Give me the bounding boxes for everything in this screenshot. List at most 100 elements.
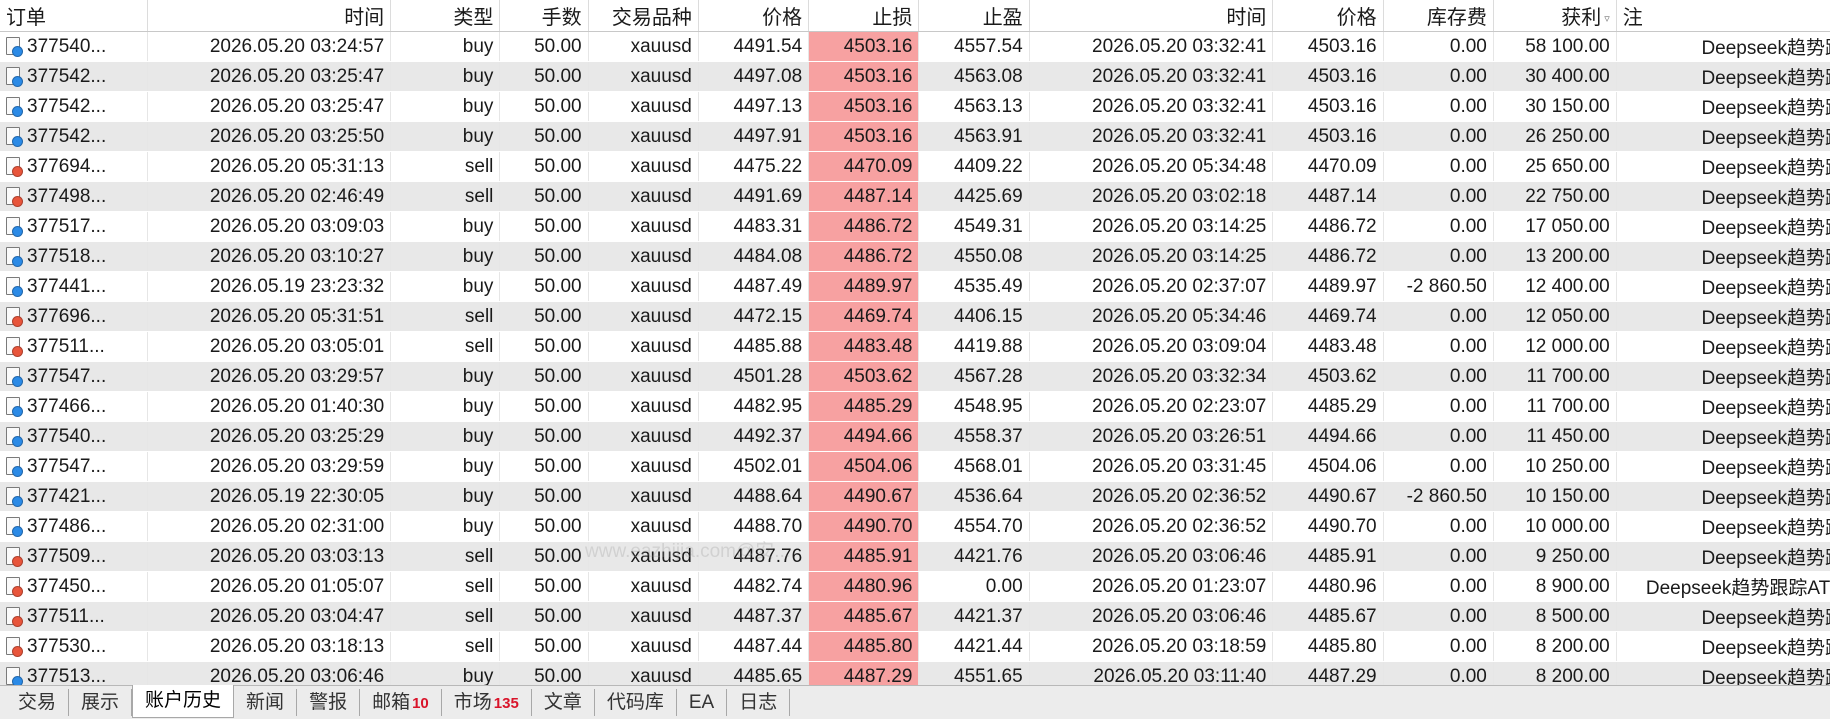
type-cell: buy	[390, 451, 501, 482]
symbol-cell: xauusd	[588, 601, 699, 632]
close-time-cell: 2026.05.20 03:32:34	[1029, 361, 1274, 392]
column-header-open-time[interactable]: 时间	[147, 0, 392, 32]
column-header-takeprofit[interactable]: 止盈	[918, 0, 1030, 32]
column-header-profit[interactable]: 获利 ▿	[1493, 0, 1617, 32]
swap-cell: 0.00	[1383, 301, 1494, 332]
swap-cell: 0.00	[1383, 361, 1494, 392]
close-time-cell: 2026.05.20 03:06:46	[1029, 601, 1274, 632]
takeprofit-cell: 4535.49	[918, 271, 1030, 302]
open-price-cell: 4487.37	[698, 601, 810, 632]
comment-cell: Deepseek趋势跟踪	[1616, 121, 1830, 152]
volume-cell: 50.00	[499, 511, 589, 542]
ticket-number: 377513...	[27, 665, 107, 687]
takeprofit-cell: 4536.64	[918, 481, 1030, 512]
tab-5[interactable]: 邮箱 10	[360, 689, 442, 716]
table-row[interactable]: 377540... 2026.05.20 03:25:29 buy 50.00 xauu…	[0, 421, 1830, 452]
symbol-cell: xauusd	[588, 511, 699, 542]
takeprofit-cell: 4425.69	[918, 181, 1030, 212]
column-header-ticket[interactable]: 订单	[0, 0, 148, 32]
tab-label: 账户历史	[145, 690, 222, 711]
type-cell: buy	[390, 511, 501, 542]
tab-8[interactable]: 代码库	[595, 689, 677, 716]
column-header-swap[interactable]: 库存费	[1383, 0, 1494, 32]
column-header-comment[interactable]: 注	[1616, 0, 1830, 32]
close-time-cell: 2026.05.20 03:32:41	[1029, 121, 1274, 152]
table-row[interactable]: 377511... 2026.05.20 03:05:01 sell 50.00 xau…	[0, 331, 1830, 362]
table-row[interactable]: 377517... 2026.05.20 03:09:03 buy 50.00 xauu…	[0, 211, 1830, 242]
table-row[interactable]: 377441... 2026.05.19 23:23:32 buy 50.00 xauu…	[0, 271, 1830, 302]
table-row[interactable]: 377450... 2026.05.20 01:05:07 sell 50.00 xau…	[0, 571, 1830, 602]
column-header-type[interactable]: 类型	[390, 0, 501, 32]
swap-cell: 0.00	[1383, 91, 1494, 122]
table-row[interactable]: 377547... 2026.05.20 03:29:59 buy 50.00 xauu…	[0, 451, 1830, 482]
volume-cell: 50.00	[499, 541, 589, 572]
sell-order-icon	[6, 547, 23, 568]
buy-order-icon	[6, 127, 23, 148]
column-header-open-price[interactable]: 价格	[698, 0, 810, 32]
volume-cell: 50.00	[499, 271, 589, 302]
ticket-number: 377547...	[27, 455, 107, 477]
symbol-cell: xauusd	[588, 151, 699, 182]
tab-4[interactable]: 警报	[297, 689, 361, 716]
symbol-cell: xauusd	[588, 481, 699, 512]
table-row[interactable]: 377421... 2026.05.19 22:30:05 buy 50.00 xauu…	[0, 481, 1830, 512]
table-row[interactable]: 377486... 2026.05.20 02:31:00 buy 50.00 xauu…	[0, 511, 1830, 542]
close-price-cell: 4485.91	[1272, 541, 1384, 572]
type-cell: buy	[390, 91, 501, 122]
table-row[interactable]: 377547... 2026.05.20 03:29:57 buy 50.00 xauu…	[0, 361, 1830, 392]
stoploss-cell: 4487.14	[808, 181, 920, 212]
column-header-symbol[interactable]: 交易品种	[588, 0, 699, 32]
tab-9[interactable]: EA	[677, 689, 728, 716]
column-header-close-price[interactable]: 价格	[1272, 0, 1384, 32]
comment-cell: Deepseek趋势跟踪	[1616, 181, 1830, 212]
profit-cell: 10 000.00	[1493, 511, 1617, 542]
table-row[interactable]: 377542... 2026.05.20 03:25:47 buy 50.00 xauu…	[0, 91, 1830, 122]
ticket-number: 377530...	[27, 635, 107, 657]
ticket-number: 377441...	[27, 275, 107, 297]
swap-cell: 0.00	[1383, 421, 1494, 452]
table-row[interactable]: 377694... 2026.05.20 05:31:13 sell 50.00 xau…	[0, 151, 1830, 182]
volume-cell: 50.00	[499, 301, 589, 332]
volume-cell: 50.00	[499, 31, 589, 62]
table-row[interactable]: 377696... 2026.05.20 05:31:51 sell 50.00 xau…	[0, 301, 1830, 332]
table-row[interactable]: 377542... 2026.05.20 03:25:47 buy 50.00 xauu…	[0, 61, 1830, 92]
open-price-cell: 4483.31	[698, 211, 810, 242]
table-row[interactable]: 377542... 2026.05.20 03:25:50 buy 50.00 xauu…	[0, 121, 1830, 152]
tab-7[interactable]: 文章	[532, 689, 595, 716]
table-row[interactable]: 377466... 2026.05.20 01:40:30 buy 50.00 xauu…	[0, 391, 1830, 422]
volume-cell: 50.00	[499, 181, 589, 212]
tab-10[interactable]: 日志	[727, 689, 791, 716]
table-row[interactable]: 377498... 2026.05.20 02:46:49 sell 50.00 xau…	[0, 181, 1830, 212]
tab-6[interactable]: 市场 135	[442, 689, 532, 716]
open-price-cell: 4487.49	[698, 271, 810, 302]
table-row[interactable]: 377540... 2026.05.20 03:24:57 buy 50.00 xauu…	[0, 31, 1830, 62]
table-row[interactable]: 377511... 2026.05.20 03:04:47 sell 50.00 xau…	[0, 601, 1830, 632]
column-header-volume[interactable]: 手数	[499, 0, 589, 32]
table-row[interactable]: 377530... 2026.05.20 03:18:13 sell 50.00 xau…	[0, 631, 1830, 662]
buy-order-icon	[6, 67, 23, 88]
profit-cell: 11 700.00	[1493, 361, 1617, 392]
column-header-stoploss[interactable]: 止损	[808, 0, 920, 32]
profit-cell: 8 900.00	[1493, 571, 1617, 602]
open-time-cell: 2026.05.20 03:25:47	[147, 61, 392, 92]
ticket-number: 377511...	[27, 335, 105, 357]
profit-cell: 8 200.00	[1493, 631, 1617, 662]
column-header-close-time[interactable]: 时间	[1029, 0, 1274, 32]
ticket-cell: 377696...	[0, 301, 148, 332]
tab-2[interactable]: 账户历史	[132, 685, 235, 718]
ticket-cell: 377694...	[0, 151, 148, 182]
ticket-cell: 377547...	[0, 451, 148, 482]
ticket-cell: 377547...	[0, 361, 148, 392]
table-row[interactable]: 377518... 2026.05.20 03:10:27 buy 50.00 xauu…	[0, 241, 1830, 272]
stoploss-cell: 4480.96	[808, 571, 920, 602]
takeprofit-cell: 4554.70	[918, 511, 1030, 542]
tab-0[interactable]: 交易	[6, 689, 70, 716]
stoploss-cell: 4503.16	[808, 31, 920, 62]
profit-cell: 12 050.00	[1493, 301, 1617, 332]
tab-3[interactable]: 新闻	[234, 689, 298, 716]
tab-1[interactable]: 展示	[69, 689, 133, 716]
table-row[interactable]: 377509... 2026.05.20 03:03:13 sell 50.00 xau…	[0, 541, 1830, 572]
swap-cell: 0.00	[1383, 451, 1494, 482]
close-price-cell: 4490.67	[1272, 481, 1384, 512]
stoploss-cell: 4489.97	[808, 271, 920, 302]
